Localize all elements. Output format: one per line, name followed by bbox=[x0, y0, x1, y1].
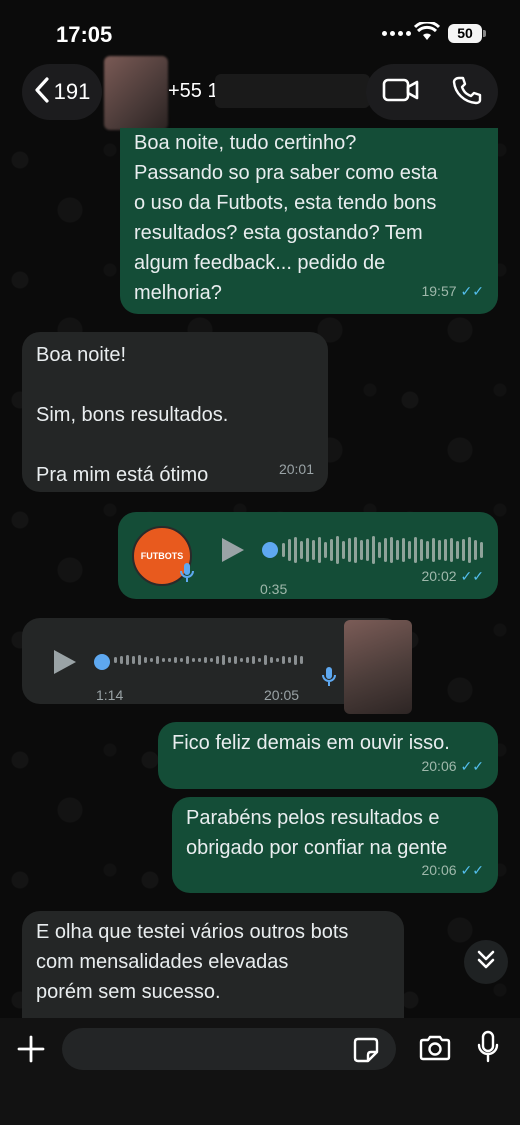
outgoing-voice-message[interactable]: FUTBOTS 0:35 20:02 ✓✓ bbox=[118, 512, 498, 599]
status-bar: 17:05 50 bbox=[0, 0, 520, 64]
microphone-icon[interactable] bbox=[476, 1030, 500, 1069]
play-button[interactable] bbox=[222, 538, 244, 562]
contact-avatar[interactable] bbox=[104, 56, 168, 130]
read-receipt-icon: ✓✓ bbox=[460, 758, 484, 774]
audio-scrubber[interactable] bbox=[262, 542, 278, 558]
audio-waveform[interactable] bbox=[114, 648, 303, 672]
message-time: 20:06 bbox=[421, 862, 457, 878]
incoming-voice-message[interactable]: 1:14 20:05 bbox=[22, 618, 412, 714]
camera-icon[interactable] bbox=[418, 1034, 452, 1067]
message-meta: 19:57 ✓✓ bbox=[421, 276, 484, 306]
message-meta: 20:06 ✓✓ bbox=[421, 751, 484, 781]
contact-name[interactable]: +55 1 bbox=[168, 80, 219, 103]
message-time: 20:06 bbox=[421, 758, 457, 774]
futbots-logo: FUTBOTS bbox=[140, 551, 184, 561]
message-text: Parabéns pelos resultados e obrigado por… bbox=[186, 807, 448, 859]
phone-icon[interactable] bbox=[452, 75, 482, 110]
video-camera-icon[interactable] bbox=[382, 77, 420, 108]
call-actions bbox=[366, 64, 498, 120]
message-meta: 20:02 ✓✓ bbox=[421, 561, 484, 591]
message-input[interactable] bbox=[62, 1028, 396, 1070]
unread-count: 191 bbox=[53, 79, 91, 104]
chat-header: 191 +55 1 bbox=[0, 56, 520, 130]
sticker-icon[interactable] bbox=[352, 1036, 380, 1069]
read-receipt-icon: ✓✓ bbox=[460, 283, 484, 299]
message-time: 19:57 bbox=[421, 283, 457, 299]
plus-icon[interactable] bbox=[16, 1034, 46, 1069]
outgoing-message[interactable]: Parabéns pelos resultados e obrigado por… bbox=[172, 797, 498, 893]
incoming-message[interactable]: Boa noite! Sim, bons resultados. Pra mim… bbox=[22, 332, 328, 492]
message-input-bar bbox=[0, 1018, 520, 1125]
redacted-name bbox=[215, 74, 370, 108]
message-time: 20:01 bbox=[278, 461, 314, 477]
outgoing-message[interactable]: Fico feliz demais em ouvir isso. 20:06 ✓… bbox=[158, 722, 498, 789]
message-text: E olha que testei vários outros bots com… bbox=[36, 921, 349, 1003]
message-meta: 20:06 ✓✓ bbox=[421, 855, 484, 885]
message-time: 20:05 bbox=[264, 687, 300, 703]
back-button[interactable]: 191 bbox=[22, 64, 102, 120]
double-chevron-down-icon bbox=[475, 949, 497, 976]
play-button[interactable] bbox=[54, 650, 76, 674]
audio-scrubber[interactable] bbox=[94, 654, 110, 670]
microphone-icon bbox=[180, 562, 194, 593]
message-meta: 20:01 bbox=[279, 454, 314, 484]
wifi-icon bbox=[413, 20, 441, 47]
status-time: 17:05 bbox=[56, 22, 113, 47]
sender-avatar bbox=[344, 620, 412, 714]
outgoing-message[interactable]: Boa noite, tudo certinho? Passando so pr… bbox=[120, 128, 498, 314]
battery-icon: 50 bbox=[448, 24, 486, 43]
incoming-message[interactable]: E olha que testei vários outros bots com… bbox=[22, 911, 404, 1021]
read-receipt-icon: ✓✓ bbox=[460, 568, 484, 584]
audio-duration: 1:14 bbox=[96, 687, 124, 703]
read-receipt-icon: ✓✓ bbox=[460, 862, 484, 878]
scroll-to-bottom-button[interactable] bbox=[464, 940, 508, 984]
microphone-icon bbox=[322, 666, 336, 697]
cellular-signal-icon bbox=[382, 31, 411, 36]
message-time: 20:02 bbox=[421, 568, 457, 584]
message-text: Boa noite! Sim, bons resultados. Pra mim… bbox=[36, 344, 229, 486]
chevron-left-icon bbox=[34, 76, 50, 108]
audio-duration: 0:35 bbox=[260, 581, 288, 597]
